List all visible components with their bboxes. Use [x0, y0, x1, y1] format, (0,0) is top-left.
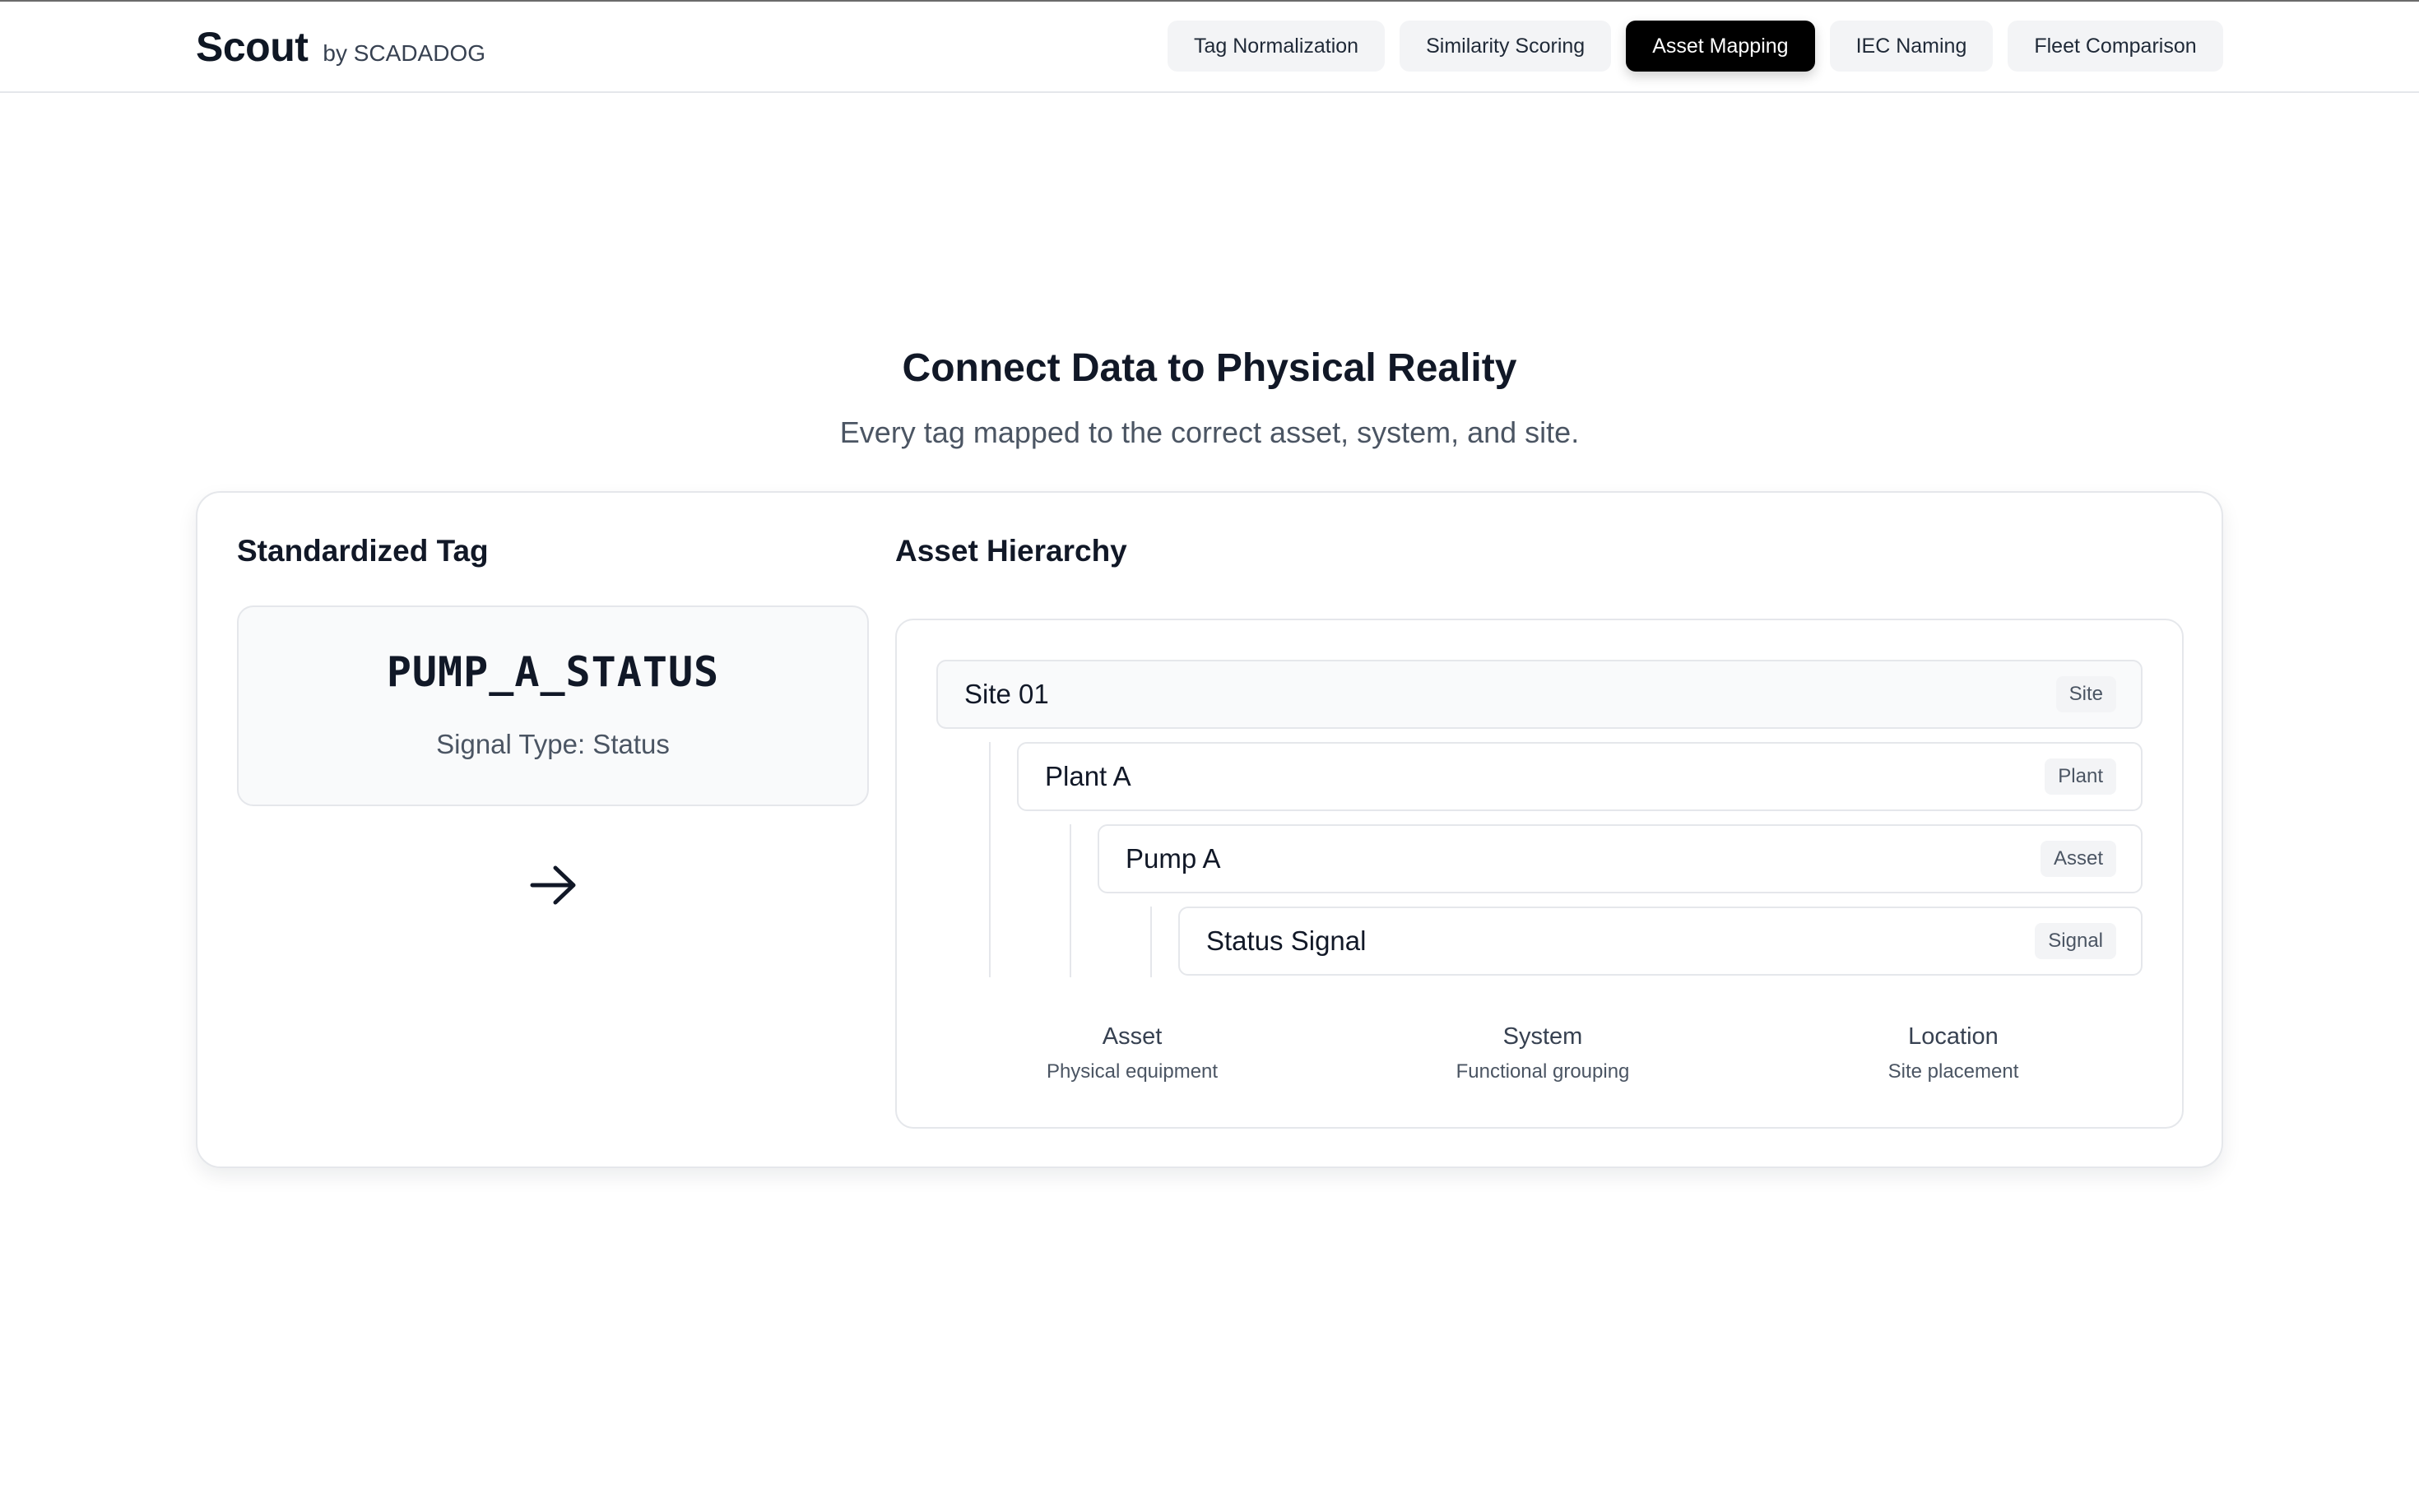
tab-similarity-scoring[interactable]: Similarity Scoring [1400, 21, 1612, 72]
hierarchy-node-signal[interactable]: Status Signal Signal [1178, 907, 2143, 976]
signal-type: Signal Type: Status [436, 729, 670, 759]
tag-code: PUMP_A_STATUS [386, 648, 720, 696]
legend-asset: Asset Physical equipment [968, 1023, 1297, 1083]
legend-location: Location Site placement [1789, 1023, 2118, 1083]
hero-title: Connect Data to Physical Reality [902, 346, 1517, 390]
app-header: Scout by SCADADOG Tag Normalization Simi… [0, 2, 2419, 93]
arrow-right-icon [530, 865, 576, 905]
tab-fleet-comparison[interactable]: Fleet Comparison [2008, 21, 2223, 72]
page: Scout by SCADADOG Tag Normalization Simi… [0, 0, 2419, 1512]
asset-hierarchy-box: Site 01 Site Plant A Plant Pump A Asset … [895, 619, 2184, 1129]
brand-name: Scout [196, 24, 309, 70]
node-label: Plant A [1045, 761, 1131, 791]
tab-iec-naming[interactable]: IEC Naming [1829, 21, 1994, 72]
node-level-badge: Site [2055, 676, 2116, 712]
tab-tag-normalization[interactable]: Tag Normalization [1168, 21, 1386, 72]
legend-title: System [1502, 1023, 1583, 1050]
asset-mapping-card: Standardized Tag PUMP_A_STATUS Signal Ty… [196, 491, 2223, 1168]
node-level-badge: Signal [2035, 923, 2116, 959]
legend-title: Location [1908, 1023, 1999, 1050]
brand: Scout by SCADADOG [196, 23, 485, 71]
main-nav: Tag Normalization Similarity Scoring Ass… [1168, 21, 2223, 72]
tree-connector-line [1070, 824, 1071, 977]
node-label: Site 01 [964, 679, 1049, 709]
standardized-tag-heading: Standardized Tag [237, 534, 489, 568]
standardized-tag-box: PUMP_A_STATUS Signal Type: Status [237, 605, 869, 806]
hero-subtitle: Every tag mapped to the correct asset, s… [839, 415, 1580, 449]
hierarchy-node-plant[interactable]: Plant A Plant [1017, 742, 2143, 811]
legend-description: Physical equipment [1046, 1060, 1219, 1083]
tree-connector-line [989, 742, 991, 977]
tree-connector-line [1150, 907, 1152, 977]
tab-asset-mapping[interactable]: Asset Mapping [1626, 21, 1815, 72]
legend-system: System Functional grouping [1378, 1023, 1707, 1083]
node-label: Status Signal [1206, 925, 1367, 956]
brand-byline: by SCADADOG [323, 40, 486, 66]
hierarchy-node-site[interactable]: Site 01 Site [936, 660, 2143, 729]
legend-description: Site placement [1887, 1060, 2019, 1083]
legend-description: Functional grouping [1456, 1060, 1630, 1083]
node-label: Pump A [1126, 843, 1221, 874]
legend-title: Asset [1102, 1023, 1163, 1050]
node-level-badge: Plant [2045, 758, 2116, 795]
asset-hierarchy-heading: Asset Hierarchy [895, 534, 1127, 568]
node-level-badge: Asset [2040, 841, 2116, 877]
hierarchy-node-asset[interactable]: Pump A Asset [1098, 824, 2143, 893]
